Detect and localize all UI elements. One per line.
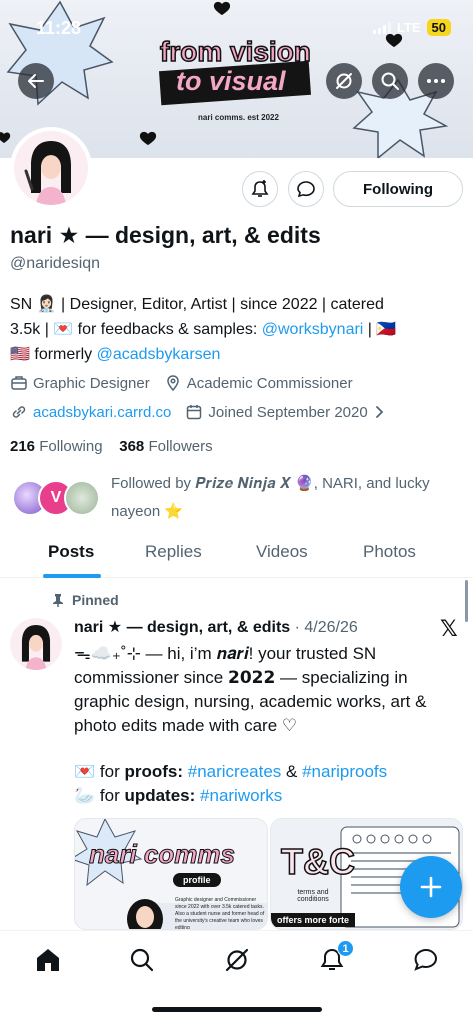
profile-website-link[interactable]: acadsbykari.carrd.co	[33, 404, 171, 421]
home-indicator	[152, 1007, 322, 1012]
nav-search[interactable]	[127, 945, 157, 975]
profile-name: nari ★ — design, art, & edits	[10, 222, 321, 248]
chat-bubble-icon	[297, 181, 315, 198]
following-label: Following	[39, 438, 103, 455]
media-1-title: nari comms	[89, 839, 236, 870]
message-button[interactable]	[288, 171, 324, 207]
following-button[interactable]: Following	[333, 171, 463, 207]
hashtag-nariworks[interactable]: #nariworks	[200, 786, 282, 805]
signal-icon	[372, 21, 391, 34]
profile-location: Academic Commissioner	[186, 374, 353, 392]
followers-count: 368	[119, 438, 145, 455]
banner-subtitle: nari comms. est 2022	[198, 113, 279, 122]
tab-videos[interactable]: Videos	[256, 542, 308, 562]
followers-count-link[interactable]: 368 Followers	[119, 438, 212, 455]
profile-meta-row-1: Graphic Designer Academic Commissioner	[10, 374, 353, 392]
nav-messages[interactable]	[411, 945, 441, 975]
active-tab-indicator	[43, 574, 101, 578]
media-1-tag: profile	[173, 873, 221, 887]
profile-bio: SN 👩🏻‍⚕️ | Designer, Editor, Artist | si…	[10, 292, 465, 367]
banner-title-line1: from vision	[159, 35, 311, 68]
profile-avatar[interactable]	[10, 127, 92, 209]
battery-icon: 50	[426, 19, 451, 36]
pinned-label: Pinned	[72, 592, 119, 608]
calendar-icon	[187, 405, 202, 420]
hashtag-naricreates[interactable]: #naricreates	[188, 762, 282, 781]
tweet-proofs-line: 💌 for proofs: #naricreates & #nariproofs	[74, 762, 388, 781]
bio-mention-acadsbykarsen[interactable]: @acadsbykarsen	[97, 346, 221, 363]
arrow-left-icon	[28, 74, 44, 88]
chevron-right-icon[interactable]	[374, 405, 386, 419]
media-1-caption: Graphic designer and Commissioner since …	[175, 897, 265, 930]
pin-icon	[53, 594, 63, 607]
tab-replies[interactable]: Replies	[145, 542, 202, 562]
compose-post-button[interactable]	[400, 856, 462, 918]
follower-avatar-3[interactable]	[64, 480, 100, 516]
x-logo-icon: 𝕏	[440, 616, 458, 641]
banner-title-line2: to visual	[176, 66, 286, 96]
profile-category: Graphic Designer	[33, 374, 150, 392]
tweet-date[interactable]: 4/26/26	[304, 619, 357, 636]
followed-by-text[interactable]: Followed by 𝑷𝒓𝒊𝒛𝒆 𝑵𝒊𝒏𝒋𝒂 𝑿 🔮, NARI, and l…	[111, 470, 461, 526]
status-time: 11:28	[36, 18, 82, 38]
tweet-author-name[interactable]: nari ★ — design, art, & edits	[74, 619, 290, 636]
nav-grok[interactable]	[222, 945, 252, 975]
avatar-illustration	[10, 618, 62, 670]
tweet-header: nari ★ — design, art, & edits · 4/26/26	[74, 619, 358, 636]
tab-photos[interactable]: Photos	[363, 542, 416, 562]
profile-handle: @naridesiqn	[10, 255, 101, 272]
chat-bubble-icon	[414, 948, 438, 971]
more-dots-icon	[427, 79, 445, 83]
grok-button[interactable]	[326, 63, 362, 99]
link-icon	[12, 406, 26, 418]
bio-mention-worksbynari[interactable]: @worksbynari	[262, 321, 364, 338]
notify-button[interactable]	[242, 171, 278, 207]
back-button[interactable]	[18, 63, 54, 99]
profile-joined-date[interactable]: Joined September 2020	[208, 404, 367, 421]
tweet-media-1[interactable]: nari comms profile Graphic designer and …	[74, 818, 268, 930]
briefcase-icon	[11, 376, 27, 390]
pinned-indicator: Pinned	[52, 592, 119, 608]
search-icon	[381, 72, 399, 90]
tweet-body: ᯓ☁️₊˚⊹ — hi, i’m 𝒏𝒂𝒓𝒊! your trusted SN c…	[74, 644, 427, 735]
following-count-link[interactable]: 216 Following	[10, 438, 103, 455]
bio-text: 🇺🇸 formerly	[10, 346, 97, 363]
media-2-footer: offers more forte	[271, 913, 356, 927]
home-icon	[37, 949, 59, 971]
following-count: 216	[10, 438, 36, 455]
profile-meta-row-2: acadsbykari.carrd.co Joined September 20…	[10, 403, 391, 421]
grok-icon	[336, 73, 352, 89]
avatar-illustration	[14, 131, 88, 205]
tweet-updates-line: 🦢 for updates: #nariworks	[74, 786, 283, 805]
banner-title: from vision to visual	[159, 35, 320, 106]
tab-posts[interactable]: Posts	[48, 542, 94, 562]
network-type: LTE	[396, 20, 421, 35]
more-options-button[interactable]	[418, 63, 454, 99]
plus-icon	[420, 876, 442, 898]
bell-plus-icon	[251, 180, 269, 197]
grok-icon	[225, 948, 249, 972]
profile-tabs: Posts Replies Videos Photos	[0, 528, 473, 578]
scrollbar[interactable]	[465, 580, 468, 622]
bio-text: | 🇵🇭	[363, 321, 397, 338]
media-2-title: T&C	[280, 840, 356, 883]
search-button[interactable]	[372, 63, 408, 99]
nav-home[interactable]	[33, 945, 63, 975]
notification-count-badge: 1	[337, 940, 354, 957]
tweet-author-avatar[interactable]	[10, 618, 62, 670]
follow-counts: 216 Following 368 Followers	[10, 438, 213, 455]
bio-line: SN 👩🏻‍⚕️ | Designer, Editor, Artist | si…	[10, 296, 384, 313]
location-pin-icon	[166, 375, 179, 392]
search-icon	[130, 948, 154, 972]
followers-label: Followers	[148, 438, 213, 455]
hashtag-nariproofs[interactable]: #nariproofs	[302, 762, 387, 781]
bio-text: 3.5k | 💌 for feedbacks & samples:	[10, 321, 262, 338]
media-2-tag: terms and conditions	[297, 889, 329, 903]
